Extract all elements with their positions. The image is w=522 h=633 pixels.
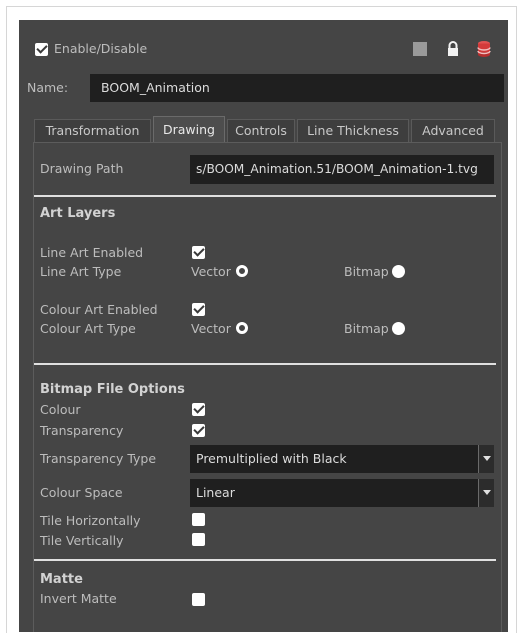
tab-advanced[interactable]: Advanced <box>411 119 495 142</box>
enable-label: Enable/Disable <box>54 41 148 56</box>
colour-art-bitmap-radio[interactable] <box>392 322 405 335</box>
transparency-checkbox[interactable] <box>192 424 205 437</box>
lock-icon[interactable] <box>445 40 461 57</box>
invert-matte-checkbox[interactable] <box>192 593 205 606</box>
tile-horizontally-label: Tile Horizontally <box>40 513 141 528</box>
separator <box>34 195 496 197</box>
tab-line-thickness[interactable]: Line Thickness <box>297 119 409 142</box>
tile-horizontally-checkbox[interactable] <box>192 513 205 526</box>
transparency-type-label: Transparency Type <box>40 451 157 466</box>
square-swatch-icon[interactable] <box>413 42 427 56</box>
drawing-path-label: Drawing Path <box>40 161 124 176</box>
colour-art-vector-label: Vector <box>191 321 231 336</box>
bitmap-options-heading: Bitmap File Options <box>40 382 185 397</box>
matte-heading: Matte <box>40 572 83 587</box>
colour-art-enabled-label: Colour Art Enabled <box>40 302 158 317</box>
tile-vertically-label: Tile Vertically <box>40 533 124 548</box>
colour-space-select[interactable]: Linear <box>190 479 478 507</box>
art-layers-heading: Art Layers <box>40 206 116 221</box>
line-art-bitmap-label: Bitmap <box>344 264 389 279</box>
separator <box>34 559 496 561</box>
enable-checkbox[interactable] <box>35 43 48 56</box>
line-art-enabled-label: Line Art Enabled <box>40 245 144 260</box>
invert-matte-label: Invert Matte <box>40 591 117 606</box>
chevron-down-icon[interactable] <box>478 479 494 507</box>
colour-art-enabled-checkbox[interactable] <box>192 303 205 316</box>
drawing-path-field[interactable]: s/BOOM_Animation.51/BOOM_Animation-1.tvg <box>190 155 494 184</box>
tab-drawing[interactable]: Drawing <box>153 116 225 142</box>
colour-art-bitmap-label: Bitmap <box>344 321 389 336</box>
transparency-label: Transparency <box>40 423 124 438</box>
line-art-bitmap-radio[interactable] <box>392 265 405 278</box>
colour-art-type-label: Colour Art Type <box>40 321 136 336</box>
line-art-vector-radio[interactable] <box>236 265 248 277</box>
colour-checkbox[interactable] <box>192 403 205 416</box>
line-art-enabled-checkbox[interactable] <box>192 246 205 259</box>
transparency-type-select[interactable]: Premultiplied with Black <box>190 445 478 473</box>
line-art-type-label: Line Art Type <box>40 264 122 279</box>
database-icon[interactable] <box>476 40 492 58</box>
colour-space-label: Colour Space <box>40 485 123 500</box>
tab-controls[interactable]: Controls <box>227 119 295 142</box>
line-art-vector-label: Vector <box>191 264 231 279</box>
name-label: Name: <box>27 80 69 95</box>
name-input[interactable]: BOOM_Animation <box>90 74 504 102</box>
colour-art-vector-radio[interactable] <box>236 322 248 334</box>
tile-vertically-checkbox[interactable] <box>192 533 205 546</box>
chevron-down-icon[interactable] <box>478 445 494 473</box>
separator <box>34 363 496 365</box>
tab-transformation[interactable]: Transformation <box>34 119 151 142</box>
colour-label: Colour <box>40 402 81 417</box>
